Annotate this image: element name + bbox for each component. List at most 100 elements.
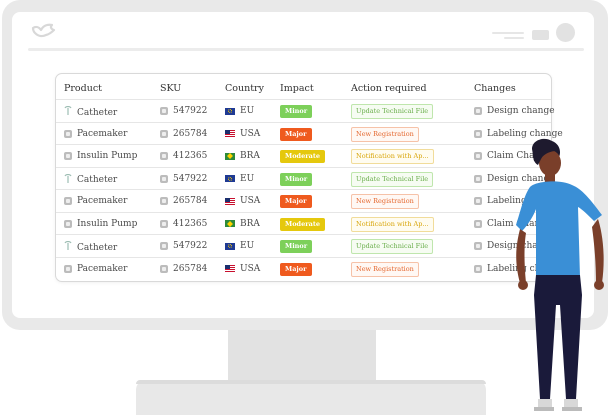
monitor-stand-neck <box>228 330 376 382</box>
barcode-icon <box>160 152 168 160</box>
impact-badge: Major <box>280 127 312 141</box>
header-product[interactable]: Product <box>64 83 102 94</box>
product-cell: Pacemaker <box>64 129 127 139</box>
action-tag[interactable]: Notification with Ap... <box>351 149 434 164</box>
sku-cell: 412365 <box>160 151 207 161</box>
header-changes[interactable]: Changes <box>474 83 516 94</box>
action-cell: New Registration <box>351 194 419 209</box>
device-icon <box>64 152 72 160</box>
barcode-icon <box>160 174 168 183</box>
action-cell: Notification with Ap... <box>351 216 434 232</box>
person-illustration <box>510 135 610 415</box>
flag-icon <box>225 175 235 182</box>
action-tag[interactable]: Update Technical File <box>351 171 434 187</box>
sku-value: 265784 <box>173 128 208 139</box>
product-name: Pacemaker <box>77 128 128 139</box>
country-value: BRA <box>240 218 260 229</box>
barcode-icon <box>160 219 168 228</box>
header-country[interactable]: Country <box>225 83 264 94</box>
change-icon <box>474 174 482 183</box>
monitor-stand-shadow <box>136 380 486 384</box>
sku-value: 547922 <box>173 241 208 251</box>
flag-icon <box>225 197 235 205</box>
catheter-icon <box>64 240 72 254</box>
action-tag[interactable]: New Registration <box>351 194 419 209</box>
impact-cell: Moderate <box>280 217 325 231</box>
country-cell: BRA <box>225 219 260 229</box>
topbar-line <box>492 32 524 34</box>
impact-badge: Moderate <box>280 150 325 163</box>
country-cell: USA <box>225 196 260 206</box>
screen-divider <box>28 48 584 51</box>
action-tag[interactable]: New Registration <box>351 261 419 277</box>
change-icon <box>474 107 482 115</box>
table-row[interactable]: Insulin Pump 412365 BRA Moderate Notificatio… <box>56 144 551 168</box>
impact-cell: Minor <box>280 240 313 253</box>
header-impact[interactable]: Impact <box>280 83 314 94</box>
flag-icon <box>225 152 235 160</box>
country-value: EU <box>240 106 255 116</box>
country-cell: EU <box>225 241 254 251</box>
country-value: USA <box>240 196 261 206</box>
header-sku[interactable]: SKU <box>160 83 181 94</box>
sku-cell: 265784 <box>160 129 207 139</box>
country-cell: EU <box>225 106 254 116</box>
product-cell: Pacemaker <box>64 196 127 206</box>
flag-icon <box>225 220 235 227</box>
impact-badge: Major <box>280 262 312 276</box>
table-row[interactable]: Pacemaker 265784 USA Major New Registration L… <box>56 121 563 146</box>
device-icon <box>64 264 72 273</box>
country-value: EU <box>240 241 255 251</box>
impact-cell: Moderate <box>280 150 325 163</box>
product-cell: Insulin Pump <box>64 151 137 161</box>
country-cell: EU <box>225 174 254 184</box>
bird-logo-icon <box>30 22 60 46</box>
country-value: USA <box>240 128 261 139</box>
table-row[interactable]: Pacemaker 265784 USA Major New Registration L… <box>56 256 563 281</box>
device-icon <box>64 197 72 205</box>
table-row[interactable]: Catheter 547922 EU Minor Update Technical Fi… <box>56 99 555 123</box>
impact-badge: Minor <box>280 240 313 253</box>
action-cell: Update Technical File <box>351 171 434 187</box>
product-cell: Catheter <box>64 173 118 187</box>
topbar-line <box>504 37 524 39</box>
change-icon <box>474 242 482 250</box>
product-cell: Catheter <box>64 240 118 254</box>
sku-value: 265784 <box>173 263 208 274</box>
catheter-icon <box>64 105 72 119</box>
sku-value: 412365 <box>173 218 208 229</box>
sku-value: 547922 <box>173 106 208 116</box>
country-cell: USA <box>225 129 260 139</box>
product-name: Catheter <box>77 242 118 253</box>
table-row[interactable]: Insulin Pump 412365 BRA Moderate Notificatio… <box>56 211 551 236</box>
product-name: Pacemaker <box>77 196 128 206</box>
topbar-button[interactable] <box>532 30 549 40</box>
table-row[interactable]: Pacemaker 265784 USA Major New Registration L… <box>56 189 563 213</box>
country-value: BRA <box>240 151 260 161</box>
change-icon <box>474 264 482 273</box>
barcode-icon <box>160 107 168 115</box>
table-row[interactable]: Catheter 547922 EU Minor Update Technical Fi… <box>56 166 555 191</box>
sku-cell: 547922 <box>160 106 207 116</box>
change-icon <box>474 219 482 228</box>
action-tag[interactable]: Notification with Ap... <box>351 216 434 232</box>
product-cell: Catheter <box>64 105 117 119</box>
country-value: USA <box>240 263 261 274</box>
change-icon <box>474 197 482 205</box>
table-row[interactable]: Catheter 547922 EU Minor Update Technical Fi… <box>56 234 555 258</box>
action-cell: New Registration <box>351 126 419 142</box>
impact-badge: Moderate <box>280 217 325 231</box>
avatar[interactable] <box>556 23 575 42</box>
header-action[interactable]: Action required <box>351 83 427 94</box>
product-cell: Insulin Pump <box>64 219 137 229</box>
action-tag[interactable]: Update Technical File <box>351 104 434 119</box>
product-name: Catheter <box>77 175 118 185</box>
action-tag[interactable]: New Registration <box>351 126 419 142</box>
action-tag[interactable]: Update Technical File <box>351 239 434 254</box>
action-cell: Notification with Ap... <box>351 149 434 164</box>
product-name: Pacemaker <box>77 263 128 274</box>
action-cell: Update Technical File <box>351 104 434 119</box>
sku-cell: 412365 <box>160 219 207 229</box>
impact-badge: Minor <box>280 105 313 118</box>
products-table: Product SKU Country Impact Action requir… <box>55 73 563 282</box>
